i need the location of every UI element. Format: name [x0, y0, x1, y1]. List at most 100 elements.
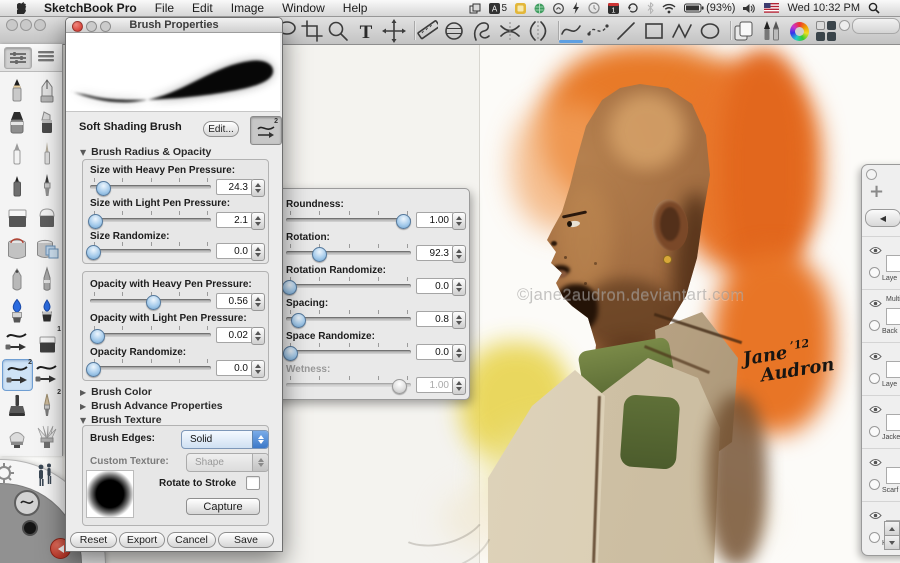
- tool-french-curve[interactable]: [470, 20, 494, 42]
- layer-thumbnail[interactable]: [886, 467, 900, 484]
- layer-row[interactable]: Scarf: [862, 448, 900, 502]
- menu-file[interactable]: File: [146, 1, 183, 16]
- brush-type-button[interactable]: 2: [250, 116, 282, 145]
- slider-stepper[interactable]: [452, 278, 466, 296]
- power-icon[interactable]: [572, 2, 580, 14]
- slider-value[interactable]: 92.3: [416, 245, 454, 261]
- people-icon[interactable]: [34, 462, 56, 493]
- layer-visibility-eye-icon[interactable]: [869, 242, 882, 260]
- layer-thumbnail[interactable]: [886, 361, 900, 378]
- layer-row[interactable]: MultiBack: [862, 289, 900, 343]
- slider-value[interactable]: 0.56: [216, 293, 253, 309]
- tool-line[interactable]: [614, 20, 638, 42]
- app-yellow-icon[interactable]: [515, 3, 526, 14]
- volume-icon[interactable]: [743, 3, 756, 14]
- brush-eraser-hard[interactable]: [2, 201, 31, 231]
- slider-thumb[interactable]: [88, 214, 103, 229]
- slider-track[interactable]: [90, 249, 211, 253]
- slider-stepper[interactable]: [452, 344, 466, 362]
- clock[interactable]: Wed 10:32 PM: [787, 2, 860, 14]
- brush-fan-brush[interactable]: [32, 422, 61, 452]
- brush-ballpoint-pen[interactable]: [2, 138, 31, 168]
- tool-move[interactable]: [382, 20, 406, 42]
- slider-track[interactable]: [286, 284, 411, 288]
- brush-settings-button[interactable]: [4, 47, 32, 69]
- menu-sketchbook-pro[interactable]: SketchBook Pro: [35, 1, 146, 16]
- tool-ruler[interactable]: [414, 20, 438, 42]
- slider-thumb[interactable]: [392, 379, 407, 394]
- brush-flame-brush-2[interactable]: [32, 296, 61, 326]
- brush-paint-bucket[interactable]: [2, 233, 31, 263]
- wifi-icon[interactable]: [662, 3, 676, 14]
- brush-pencil[interactable]: [2, 75, 31, 105]
- layer-thumbnail[interactable]: [886, 255, 900, 272]
- panel-dock-tab[interactable]: [852, 18, 900, 34]
- layer-select-radio[interactable]: [869, 373, 880, 384]
- layer-visibility-eye-icon[interactable]: [869, 454, 882, 472]
- add-layer-button[interactable]: +: [869, 181, 884, 202]
- slider-stepper[interactable]: [251, 243, 265, 261]
- bluetooth-icon[interactable]: [647, 2, 654, 14]
- cancel-button[interactable]: Cancel: [167, 532, 216, 548]
- slider-stepper[interactable]: [251, 212, 265, 230]
- edit-brush-button[interactable]: Edit...: [203, 121, 239, 137]
- slider-value[interactable]: 0.8: [416, 311, 454, 327]
- tool-brush-pair[interactable]: [759, 20, 783, 42]
- slider-thumb[interactable]: [283, 346, 298, 361]
- spotlight-icon[interactable]: [868, 2, 880, 14]
- panel-dock-button[interactable]: [839, 20, 850, 31]
- slider-stepper[interactable]: [251, 293, 265, 311]
- brush-technical-pen[interactable]: [32, 75, 61, 105]
- layers-scroll-down[interactable]: [884, 535, 900, 550]
- section-brush-radius-opacity[interactable]: ▼Brush Radius & Opacity: [80, 146, 211, 158]
- app-circle-icon[interactable]: [553, 3, 564, 14]
- custom-texture-popup[interactable]: Shape: [186, 453, 269, 472]
- brush-eraser-soft[interactable]: [32, 201, 61, 231]
- layer-select-radio[interactable]: [869, 532, 880, 543]
- brush-flat-brush[interactable]: [2, 422, 31, 452]
- menu-edit[interactable]: Edit: [183, 1, 222, 16]
- layers-scroll-up[interactable]: [884, 521, 900, 536]
- layer-visibility-eye-icon[interactable]: [869, 348, 882, 366]
- layer-row[interactable]: Laye: [862, 342, 900, 396]
- tool-ellipse[interactable]: [698, 20, 722, 42]
- brush-stamp-tool[interactable]: [2, 390, 31, 420]
- window-close-button[interactable]: [6, 19, 18, 31]
- rotate-to-stroke-checkbox[interactable]: [246, 476, 260, 490]
- layer-row[interactable]: Jacke: [862, 395, 900, 449]
- tool-rectangle[interactable]: [642, 20, 666, 42]
- layer-visibility-eye-icon[interactable]: [869, 401, 882, 419]
- tool-text[interactable]: T: [354, 20, 378, 42]
- tool-curve[interactable]: [559, 20, 583, 42]
- tool-dotted-curve[interactable]: [586, 20, 610, 42]
- window-minimize-button[interactable]: [20, 19, 32, 31]
- slider-thumb[interactable]: [90, 329, 105, 344]
- brush-edges-popup[interactable]: Solid: [181, 430, 269, 449]
- tool-color-wheel[interactable]: [787, 20, 811, 42]
- sync-icon[interactable]: [627, 2, 639, 14]
- slider-stepper[interactable]: [452, 311, 466, 329]
- slider-track[interactable]: [286, 251, 411, 255]
- slider-value[interactable]: 0.0: [216, 360, 253, 376]
- brush-felt-pen[interactable]: [2, 170, 31, 200]
- tool-symmetry-y[interactable]: [526, 20, 550, 42]
- layer-thumbnail[interactable]: [886, 308, 900, 325]
- brush-marker[interactable]: [2, 107, 31, 137]
- slider-thumb[interactable]: [86, 362, 101, 377]
- layer-visibility-eye-icon[interactable]: [869, 507, 882, 525]
- input-source-icon[interactable]: A5: [489, 3, 508, 14]
- layer-thumbnail[interactable]: [886, 414, 900, 431]
- window-zoom-button[interactable]: [34, 19, 46, 31]
- slider-thumb[interactable]: [146, 295, 161, 310]
- brush-library-button[interactable]: [33, 47, 59, 67]
- slider-stepper[interactable]: [452, 245, 466, 263]
- layer-select-radio[interactable]: [869, 267, 880, 278]
- window-title-bar[interactable]: Brush Properties: [66, 18, 282, 33]
- slider-track[interactable]: [286, 218, 411, 222]
- slider-thumb[interactable]: [291, 313, 306, 328]
- flag-icon[interactable]: [764, 3, 779, 13]
- layer-select-radio[interactable]: [869, 320, 880, 331]
- tool-crop[interactable]: [300, 20, 324, 42]
- brush-flame-brush[interactable]: [2, 296, 31, 326]
- brush-texture-block[interactable]: 1: [32, 327, 61, 357]
